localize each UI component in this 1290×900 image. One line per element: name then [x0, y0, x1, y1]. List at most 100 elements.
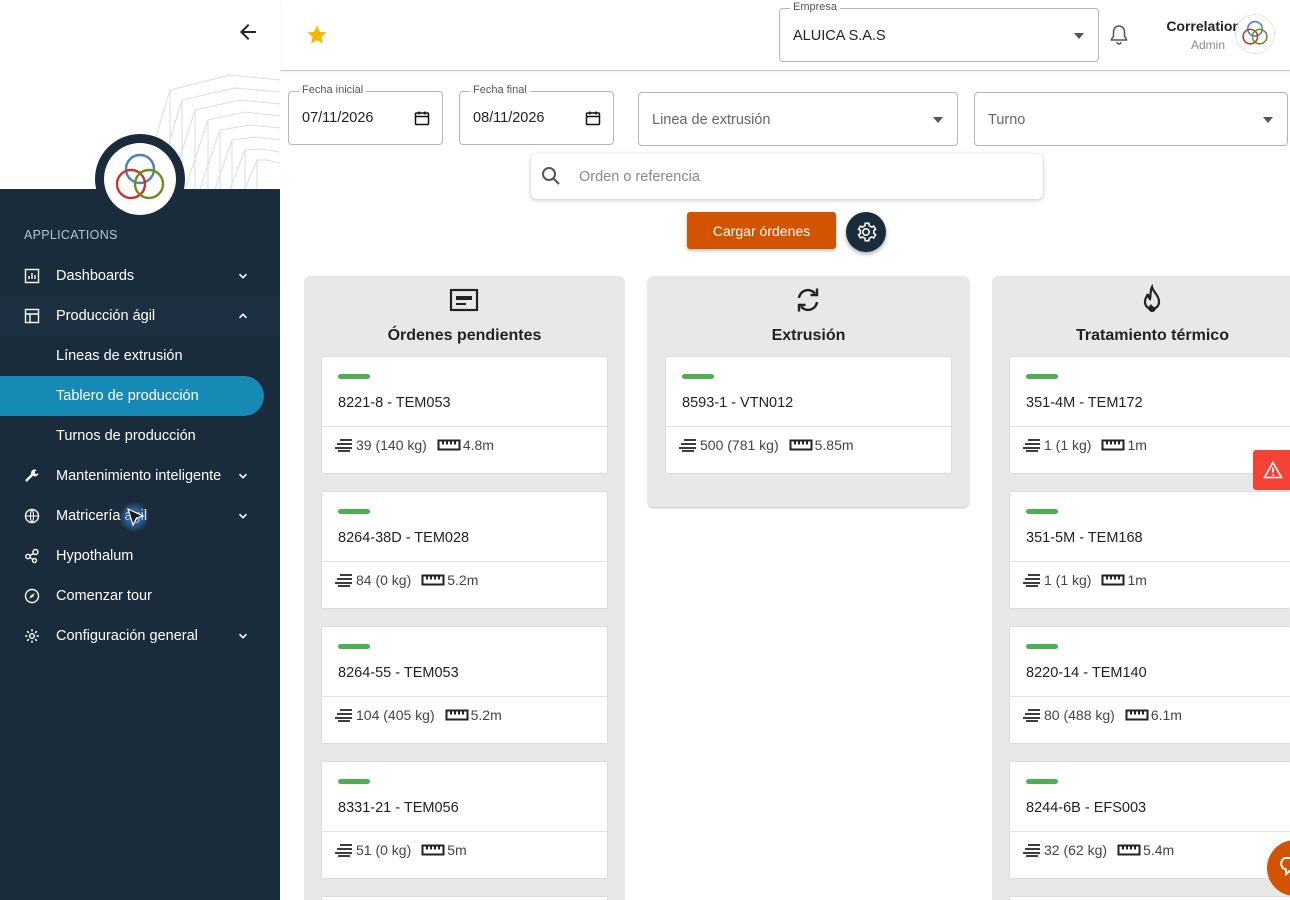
- order-metrics: 1 (1 kg) 1m: [1022, 572, 1147, 588]
- fire-icon: [1143, 284, 1161, 313]
- end-date-label: Fecha final: [470, 84, 530, 96]
- column-title: Tratamiento térmico: [1076, 327, 1229, 344]
- wrench-icon: [25, 469, 39, 482]
- order-card[interactable]: 8264-38D - TEM028 84 (0 kg) 5.2m: [321, 491, 608, 609]
- end-date-value: 08/11/2026: [473, 110, 545, 126]
- status-bar: [1026, 374, 1058, 379]
- order-length: 6.1m: [1150, 707, 1182, 723]
- sidebar-item-label: Mantenimiento inteligente: [56, 468, 222, 484]
- ruler-icon: [1117, 844, 1141, 856]
- sidebar-item-label: Turnos de producción: [56, 428, 196, 444]
- quantity-icon: [335, 709, 352, 722]
- sidebar-item-hypothalum[interactable]: Hypothalum: [0, 536, 280, 576]
- status-bar: [682, 374, 714, 379]
- back-arrow-icon[interactable]: [236, 20, 260, 44]
- sidebar-item-mantenimiento[interactable]: Mantenimiento inteligente: [0, 456, 280, 496]
- sidebar-item-label: Dashboards: [56, 268, 135, 284]
- divider: [322, 561, 607, 562]
- order-quantity: 51 (0 kg): [356, 842, 412, 858]
- ruler-icon: [1101, 439, 1125, 451]
- sidebar-item-label: Configuración general: [56, 628, 198, 644]
- order-card[interactable]: 8244-6B - EFS003 32 (62 kg) 5.4m: [1009, 761, 1290, 879]
- calendar-icon[interactable]: [585, 110, 601, 126]
- status-bar: [338, 509, 370, 514]
- star-icon[interactable]: [305, 23, 329, 47]
- order-card-partial[interactable]: [1009, 896, 1290, 900]
- gear-icon: [857, 222, 877, 242]
- sidebar-item-comenzar-tour[interactable]: Comenzar tour: [0, 576, 280, 616]
- order-card-partial[interactable]: [321, 896, 608, 900]
- order-metrics: 39 (140 kg) 4.8m: [334, 437, 494, 453]
- settings-button[interactable]: [846, 212, 886, 252]
- alert-button[interactable]: [1253, 450, 1290, 490]
- order-card[interactable]: 8264-55 - TEM053 104 (405 kg) 5.2m: [321, 626, 608, 744]
- order-card[interactable]: 8221-8 - TEM053 39 (140 kg) 4.8m: [321, 356, 608, 474]
- nodes-icon: [25, 548, 39, 564]
- start-date-field[interactable]: Fecha inicial 07/11/2026: [288, 84, 443, 145]
- shift-select[interactable]: Turno: [974, 92, 1288, 146]
- order-length: 5.2m: [470, 707, 502, 723]
- chevron-down-icon: [238, 633, 248, 639]
- order-title: 8331-21 - TEM056: [338, 800, 459, 816]
- order-card[interactable]: 8331-21 - TEM056 51 (0 kg) 5m: [321, 761, 608, 879]
- order-quantity: 1 (1 kg): [1044, 437, 1092, 453]
- order-quantity: 84 (0 kg): [356, 572, 412, 588]
- quantity-icon: [335, 574, 352, 587]
- user-role: Admin: [1190, 38, 1225, 52]
- status-bar: [1026, 644, 1058, 649]
- warning-icon: [1263, 461, 1283, 479]
- column-extrusion: Extrusión 8593-1 - VTN012 500 (781 kg) 5…: [648, 276, 969, 507]
- order-quantity: 39 (140 kg): [356, 437, 427, 453]
- order-length: 4.8m: [462, 437, 494, 453]
- order-card[interactable]: 8593-1 - VTN012 500 (781 kg) 5.85m: [665, 356, 952, 474]
- start-date-label: Fecha inicial: [299, 84, 367, 96]
- dropdown-arrow-icon: [1263, 117, 1273, 123]
- search-icon: [542, 167, 560, 185]
- gear-icon: [25, 629, 39, 643]
- order-length: 5.4m: [1143, 842, 1175, 858]
- quantity-icon: [1023, 439, 1040, 452]
- status-bar: [338, 374, 370, 379]
- sidebar-item-turnos-produccion[interactable]: Turnos de producción: [0, 416, 280, 456]
- sidebar-item-label: Comenzar tour: [56, 588, 152, 604]
- search-placeholder: Orden o referencia: [579, 169, 700, 185]
- calendar-icon[interactable]: [414, 110, 430, 126]
- sidebar-item-label: Líneas de extrusión: [56, 348, 183, 364]
- bell-icon[interactable]: [1109, 24, 1129, 46]
- divider: [322, 426, 607, 427]
- extrusion-line-select[interactable]: Linea de extrusión: [638, 92, 958, 146]
- order-quantity: 80 (488 kg): [1044, 707, 1115, 723]
- order-title: 8220-14 - TEM140: [1026, 665, 1147, 681]
- end-date-field[interactable]: Fecha final 08/11/2026: [459, 84, 614, 145]
- column-ordenes-pendientes: Órdenes pendientes 8221-8 - TEM053 39 (1…: [304, 276, 625, 900]
- order-title: 351-5M - TEM168: [1026, 530, 1143, 546]
- sidebar-item-configuracion[interactable]: Configuración general: [0, 616, 280, 656]
- order-length: 5.2m: [447, 572, 479, 588]
- sidebar-item-produccion-agil[interactable]: Producción ágil: [0, 296, 280, 336]
- order-title: 8593-1 - VTN012: [682, 395, 794, 411]
- ruler-icon: [437, 439, 461, 451]
- order-card[interactable]: 8220-14 - TEM140 80 (488 kg) 6.1m: [1009, 626, 1290, 744]
- quantity-icon: [1023, 709, 1040, 722]
- ruler-icon: [445, 709, 469, 721]
- column-title: Órdenes pendientes: [387, 327, 542, 344]
- status-bar: [1026, 509, 1058, 514]
- sidebar-item-dashboards[interactable]: Dashboards: [0, 256, 280, 296]
- load-orders-button[interactable]: Cargar órdenes: [687, 212, 836, 249]
- order-search-input[interactable]: Orden o referencia: [531, 154, 1043, 199]
- ruler-icon: [1101, 574, 1125, 586]
- chevron-up-icon: [238, 313, 248, 319]
- order-title: 8244-6B - EFS003: [1026, 800, 1147, 816]
- divider: [1010, 426, 1290, 427]
- extrusion-line-placeholder: Linea de extrusión: [652, 112, 771, 128]
- order-title: 8264-38D - TEM028: [338, 530, 470, 546]
- order-card[interactable]: 351-5M - TEM168 1 (1 kg) 1m: [1009, 491, 1290, 609]
- avatar[interactable]: [1235, 14, 1275, 54]
- chevron-down-icon: [238, 273, 248, 279]
- status-bar: [338, 779, 370, 784]
- sidebar-item-lineas-extrusion[interactable]: Líneas de extrusión: [0, 336, 280, 376]
- shift-placeholder: Turno: [988, 112, 1026, 128]
- sidebar-item-tablero-produccion[interactable]: Tablero de producción: [0, 376, 264, 416]
- order-card[interactable]: 351-4M - TEM172 1 (1 kg) 1m: [1009, 356, 1290, 474]
- company-select[interactable]: Empresa ALUICA S.A.S: [779, 1, 1099, 62]
